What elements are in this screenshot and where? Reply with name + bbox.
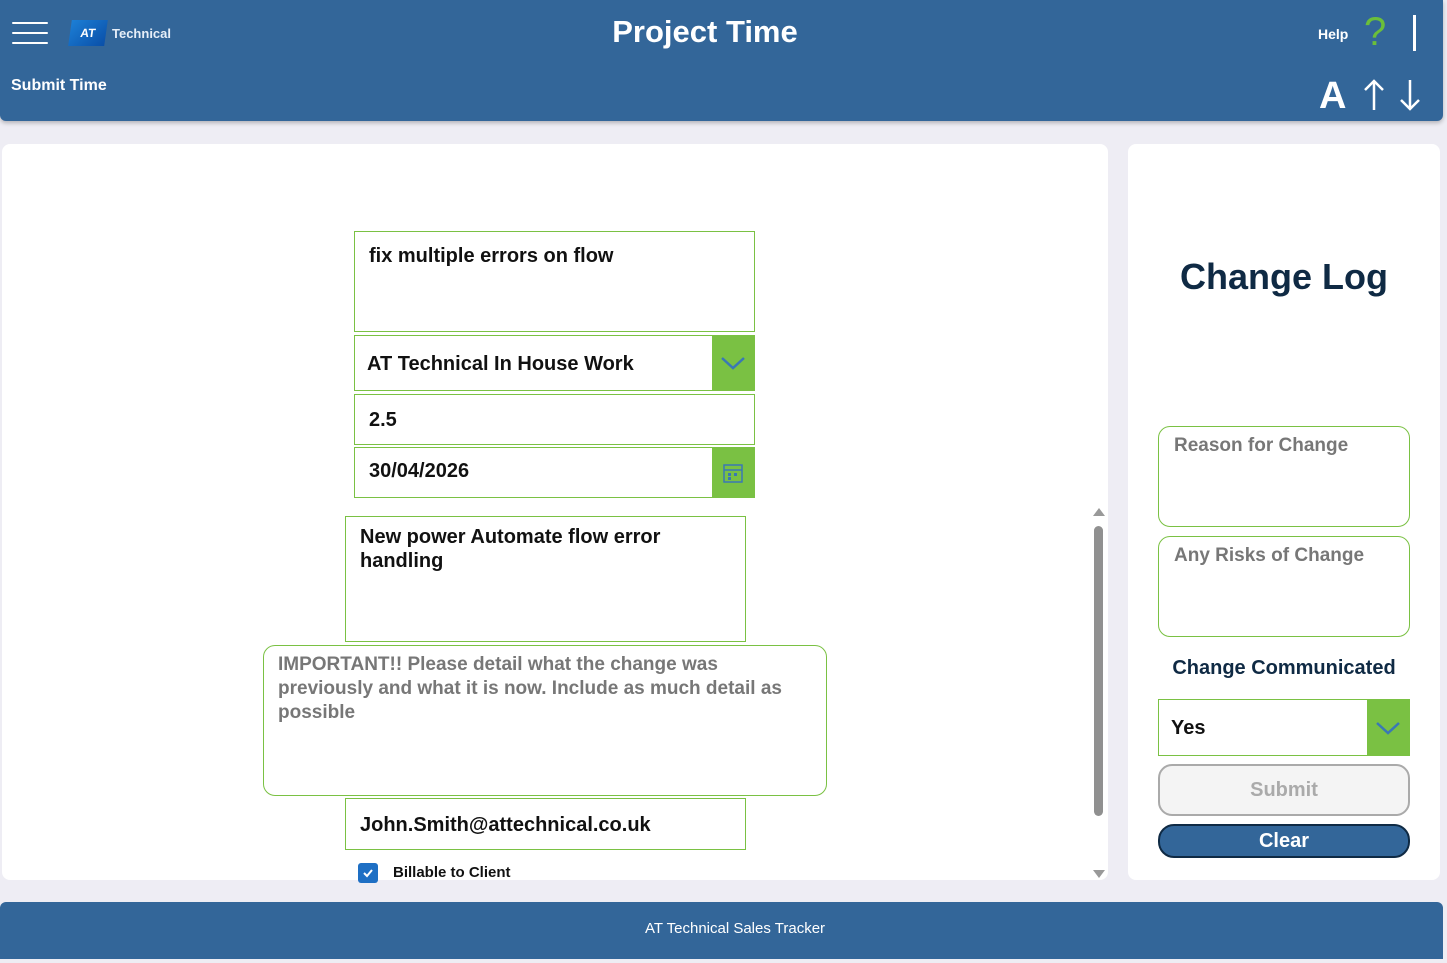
chevron-down-icon[interactable] bbox=[1367, 700, 1409, 755]
change-log-title: Change Log bbox=[1180, 256, 1388, 297]
arrow-up-icon[interactable] bbox=[1363, 78, 1385, 112]
risks-of-change-field[interactable]: Any Risks of Change bbox=[1158, 536, 1410, 637]
clear-button[interactable]: Clear bbox=[1158, 824, 1410, 858]
reason-placeholder: Reason for Change bbox=[1174, 435, 1349, 456]
change-communicated-value: Yes bbox=[1171, 717, 1206, 739]
change-detail-field[interactable]: IMPORTANT!! Please detail what the chang… bbox=[263, 645, 827, 796]
billable-label: Billable to Client bbox=[393, 864, 511, 881]
change-communicated-label: Change Communicated bbox=[1172, 657, 1396, 679]
hours-value: 2.5 bbox=[369, 409, 397, 431]
form-scrollbar[interactable] bbox=[1092, 508, 1106, 878]
email-value: John.Smith@attechnical.co.uk bbox=[360, 814, 651, 836]
change-communicated-dropdown[interactable]: Yes bbox=[1158, 699, 1410, 756]
calendar-icon[interactable] bbox=[712, 448, 754, 497]
scroll-up-icon[interactable] bbox=[1093, 508, 1105, 516]
change-detail-placeholder: IMPORTANT!! Please detail what the chang… bbox=[278, 654, 782, 723]
email-input[interactable]: John.Smith@attechnical.co.uk bbox=[345, 798, 746, 850]
date-value: 30/04/2026 bbox=[369, 460, 470, 482]
arrow-down-icon[interactable] bbox=[1399, 78, 1421, 112]
task-description-value: fix multiple errors on flow bbox=[369, 245, 614, 267]
billable-checkbox[interactable] bbox=[358, 863, 378, 883]
chevron-down-icon[interactable] bbox=[712, 336, 754, 390]
header-divider bbox=[1413, 15, 1416, 51]
submit-time-link[interactable]: Submit Time bbox=[11, 77, 107, 95]
question-mark-icon[interactable]: ? bbox=[1364, 12, 1386, 52]
task-description-field[interactable]: fix multiple errors on flow bbox=[354, 231, 755, 332]
app-header: AT Technical Project Time Submit Time He… bbox=[0, 0, 1443, 121]
help-label[interactable]: Help bbox=[1318, 26, 1348, 42]
scroll-thumb[interactable] bbox=[1094, 526, 1103, 816]
app-footer: AT Technical Sales Tracker bbox=[0, 902, 1443, 959]
date-picker[interactable]: 30/04/2026 bbox=[354, 447, 755, 498]
risks-placeholder: Any Risks of Change bbox=[1174, 545, 1365, 566]
submit-button[interactable]: Submit bbox=[1158, 764, 1410, 816]
footer-text: AT Technical Sales Tracker bbox=[644, 920, 826, 937]
scroll-down-icon[interactable] bbox=[1093, 870, 1105, 878]
project-dropdown[interactable]: AT Technical In House Work bbox=[354, 335, 755, 391]
work-title-value: New power Automate flow error handling bbox=[360, 526, 661, 572]
reason-for-change-field[interactable]: Reason for Change bbox=[1158, 426, 1410, 527]
project-value: AT Technical In House Work bbox=[367, 353, 634, 375]
checkmark-icon bbox=[363, 869, 373, 878]
font-size-icon[interactable]: A bbox=[1319, 76, 1346, 116]
work-title-field[interactable]: New power Automate flow error handling bbox=[345, 516, 746, 642]
page-title: Project Time bbox=[612, 14, 798, 49]
hours-input[interactable]: 2.5 bbox=[354, 394, 755, 445]
change-log-panel: Change Log Reason for Change Any Risks o… bbox=[1128, 144, 1440, 880]
